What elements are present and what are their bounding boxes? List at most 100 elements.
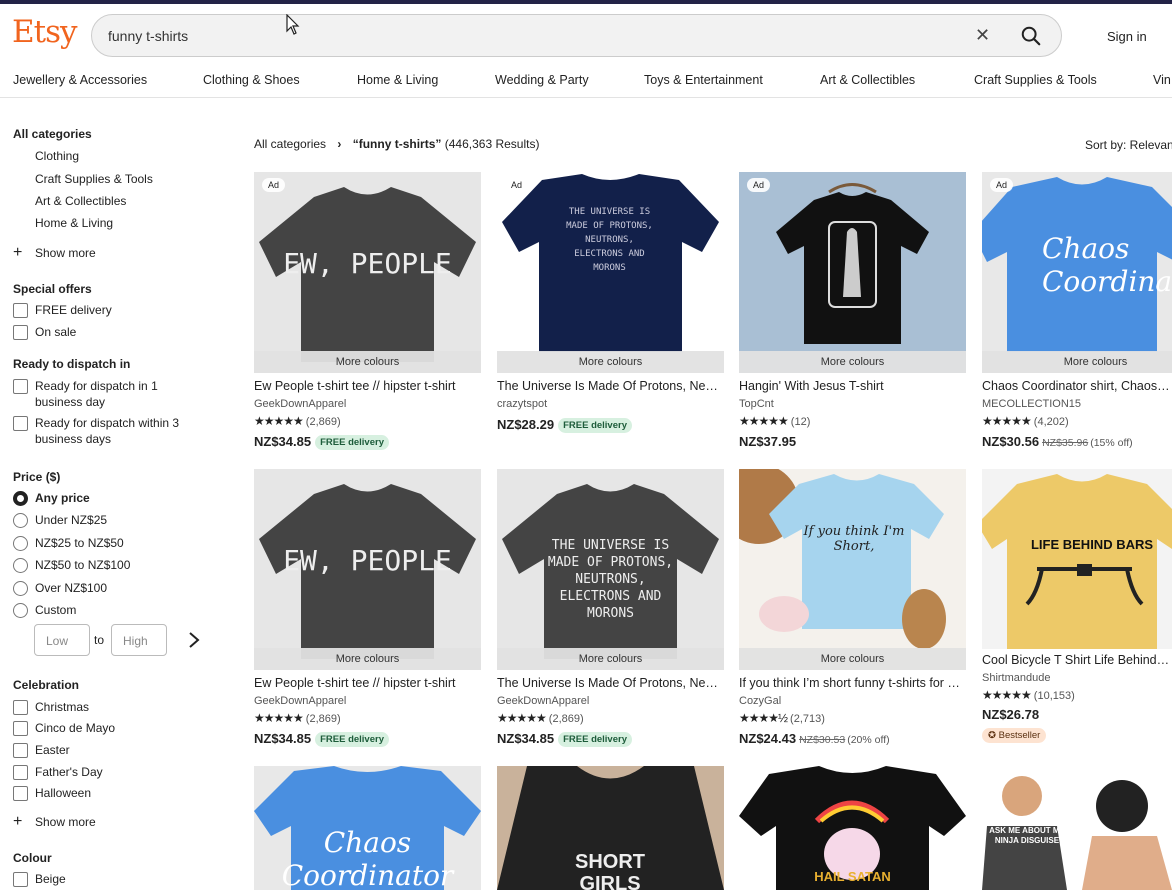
on-sale-checkbox[interactable] <box>13 325 28 340</box>
free-delivery-badge: FREE delivery <box>558 418 632 434</box>
free-delivery-badge: FREE delivery <box>558 732 632 748</box>
product-image[interactable]: ASK ME ABOUT MY NINJA DISGUISE <box>982 766 1172 890</box>
cinco-de-mayo-checkbox[interactable] <box>13 721 28 736</box>
nav-clothing[interactable]: Clothing & Shoes <box>203 73 300 87</box>
shirt-print-text: THE UNIVERSE IS MADE OF PROTONS, NEUTRON… <box>566 207 653 273</box>
price-value: NZ$34.85 <box>497 731 555 746</box>
all-categories-link[interactable]: All categories <box>13 127 92 141</box>
nav-jewellery[interactable]: Jewellery & Accessories <box>13 73 147 87</box>
shop-name[interactable]: GeekDownApparel <box>254 695 346 707</box>
ad-badge: Ad <box>262 178 286 192</box>
product-image[interactable]: Chaos Coordinator <box>254 766 481 890</box>
product-title[interactable]: If you think I’m short funny t-shirts fo… <box>739 676 966 690</box>
ad-badge: Ad <box>747 178 771 192</box>
beige-checkbox[interactable] <box>13 872 28 887</box>
search-icon[interactable] <box>1020 25 1042 47</box>
christmas-checkbox[interactable] <box>13 700 28 715</box>
product-image[interactable]: EW, PEOPLE Ad More colours <box>254 172 481 373</box>
category-clothing[interactable]: Clothing <box>35 149 79 163</box>
etsy-logo[interactable]: Etsy <box>12 14 78 50</box>
product-image[interactable]: Chaos Coordinator Ad More colours <box>982 172 1172 373</box>
review-count: (12) <box>790 416 811 428</box>
search-input[interactable]: funny t-shirts <box>108 28 188 44</box>
tshirt-graphic <box>982 474 1172 649</box>
50-to-100-radio[interactable] <box>13 558 28 573</box>
shirt-print-text: SHORT GIRLS <box>575 851 645 890</box>
review-count: (10,153) <box>1033 690 1075 702</box>
halloween-checkbox[interactable] <box>13 786 28 801</box>
rating: ★★★★★ (12) <box>739 414 810 428</box>
25-to-50-radio[interactable] <box>13 536 28 551</box>
price-low-input[interactable]: Low <box>34 624 90 656</box>
product-image[interactable]: LIFE BEHIND BARS <box>982 469 1172 649</box>
product-image[interactable]: SHORT GIRLS <box>497 766 724 890</box>
ad-badge: Ad <box>990 178 1014 192</box>
product-title[interactable]: The Universe Is Made Of Protons, Neutron… <box>497 379 724 393</box>
easter-checkbox[interactable] <box>13 743 28 758</box>
shop-name[interactable]: TopCnt <box>739 398 774 410</box>
product-title[interactable]: The Universe Is Made Of Protons, Neutron… <box>497 676 724 690</box>
dispatch-1-day-checkbox[interactable] <box>13 379 28 394</box>
category-nav: Jewellery & Accessories Clothing & Shoes… <box>0 72 1172 98</box>
chevron-right-icon[interactable] <box>187 631 201 649</box>
review-count: (2,713) <box>790 713 825 725</box>
category-art[interactable]: Art & Collectibles <box>35 194 126 208</box>
under-25-label: Under NZ$25 <box>35 513 108 527</box>
product-image[interactable]: If you think I'm Short, More colours <box>739 469 966 670</box>
breadcrumb-all-categories[interactable]: All categories <box>254 137 326 151</box>
colour-heading: Colour <box>13 851 52 865</box>
nav-toys[interactable]: Toys & Entertainment <box>644 73 763 87</box>
custom-price-radio[interactable] <box>13 603 28 618</box>
price-value: NZ$34.85 <box>254 434 312 449</box>
free-delivery-checkbox[interactable] <box>13 303 28 318</box>
nav-vintage[interactable]: Vin <box>1153 73 1171 87</box>
show-more-categories[interactable]: Show more <box>35 246 96 260</box>
sign-in-link[interactable]: Sign in <box>1107 29 1147 44</box>
dispatch-3-days-checkbox[interactable] <box>13 416 28 431</box>
show-more-celebration[interactable]: Show more <box>35 815 96 829</box>
beige-label: Beige <box>35 872 66 886</box>
shop-name[interactable]: GeekDownApparel <box>254 398 346 410</box>
product-title[interactable]: Hangin' With Jesus T-shirt <box>739 379 966 393</box>
product-image[interactable]: HAIL SATAN <box>739 766 966 890</box>
tshirt-graphic <box>776 183 929 344</box>
clear-search-icon[interactable]: ✕ <box>975 26 990 44</box>
product-title[interactable]: Cool Bicycle T Shirt Life Behind Bars <box>982 653 1172 667</box>
product-title[interactable]: Chaos Coordinator shirt, Chaos Coordinat… <box>982 379 1172 393</box>
sort-dropdown[interactable]: Sort by: Relevancy <box>1085 138 1172 152</box>
over-100-radio[interactable] <box>13 581 28 596</box>
easter-label: Easter <box>35 743 70 757</box>
any-price-radio[interactable] <box>13 491 28 506</box>
product-image[interactable]: Ad More colours <box>739 172 966 373</box>
more-colours-label: More colours <box>254 351 481 373</box>
product-image[interactable]: THE UNIVERSE IS MADE OF PROTONS, NEUTRON… <box>497 172 724 373</box>
product-image[interactable]: THE UNIVERSE IS MADE OF PROTONS, NEUTRON… <box>497 469 724 670</box>
more-colours-label: More colours <box>497 351 724 373</box>
christmas-label: Christmas <box>35 700 90 714</box>
price: NZ$26.78 <box>982 707 1039 722</box>
shop-name[interactable]: GeekDownApparel <box>497 695 589 707</box>
shop-name[interactable]: MECOLLECTION15 <box>982 398 1081 410</box>
product-title[interactable]: Ew People t-shirt tee // hipster t-shirt <box>254 676 481 690</box>
nav-wedding-party[interactable]: Wedding & Party <box>495 73 589 87</box>
category-home[interactable]: Home & Living <box>35 216 113 230</box>
shop-name[interactable]: Shirtmandude <box>982 672 1051 684</box>
category-craft[interactable]: Craft Supplies & Tools <box>35 172 153 186</box>
any-price-label: Any price <box>35 491 90 505</box>
under-25-radio[interactable] <box>13 513 28 528</box>
50-to-100-label: NZ$50 to NZ$100 <box>35 558 131 572</box>
fathers-day-checkbox[interactable] <box>13 765 28 780</box>
price-heading: Price ($) <box>13 470 61 484</box>
nav-craft[interactable]: Craft Supplies & Tools <box>974 73 1097 87</box>
shop-name[interactable]: crazytspot <box>497 398 547 410</box>
star-rating-icon: ★★★★★ <box>254 414 304 428</box>
product-image[interactable]: EW, PEOPLE More colours <box>254 469 481 670</box>
price-high-input[interactable]: High <box>111 624 167 656</box>
price-value: NZ$34.85 <box>254 731 312 746</box>
nav-art[interactable]: Art & Collectibles <box>820 73 915 87</box>
search-bar[interactable]: funny t-shirts ✕ <box>91 14 1062 57</box>
product-title[interactable]: Ew People t-shirt tee // hipster t-shirt <box>254 379 481 393</box>
nav-home-living[interactable]: Home & Living <box>357 73 438 87</box>
shirt-print-text: EW, PEOPLE <box>283 544 452 577</box>
shop-name[interactable]: CozyGal <box>739 695 781 707</box>
